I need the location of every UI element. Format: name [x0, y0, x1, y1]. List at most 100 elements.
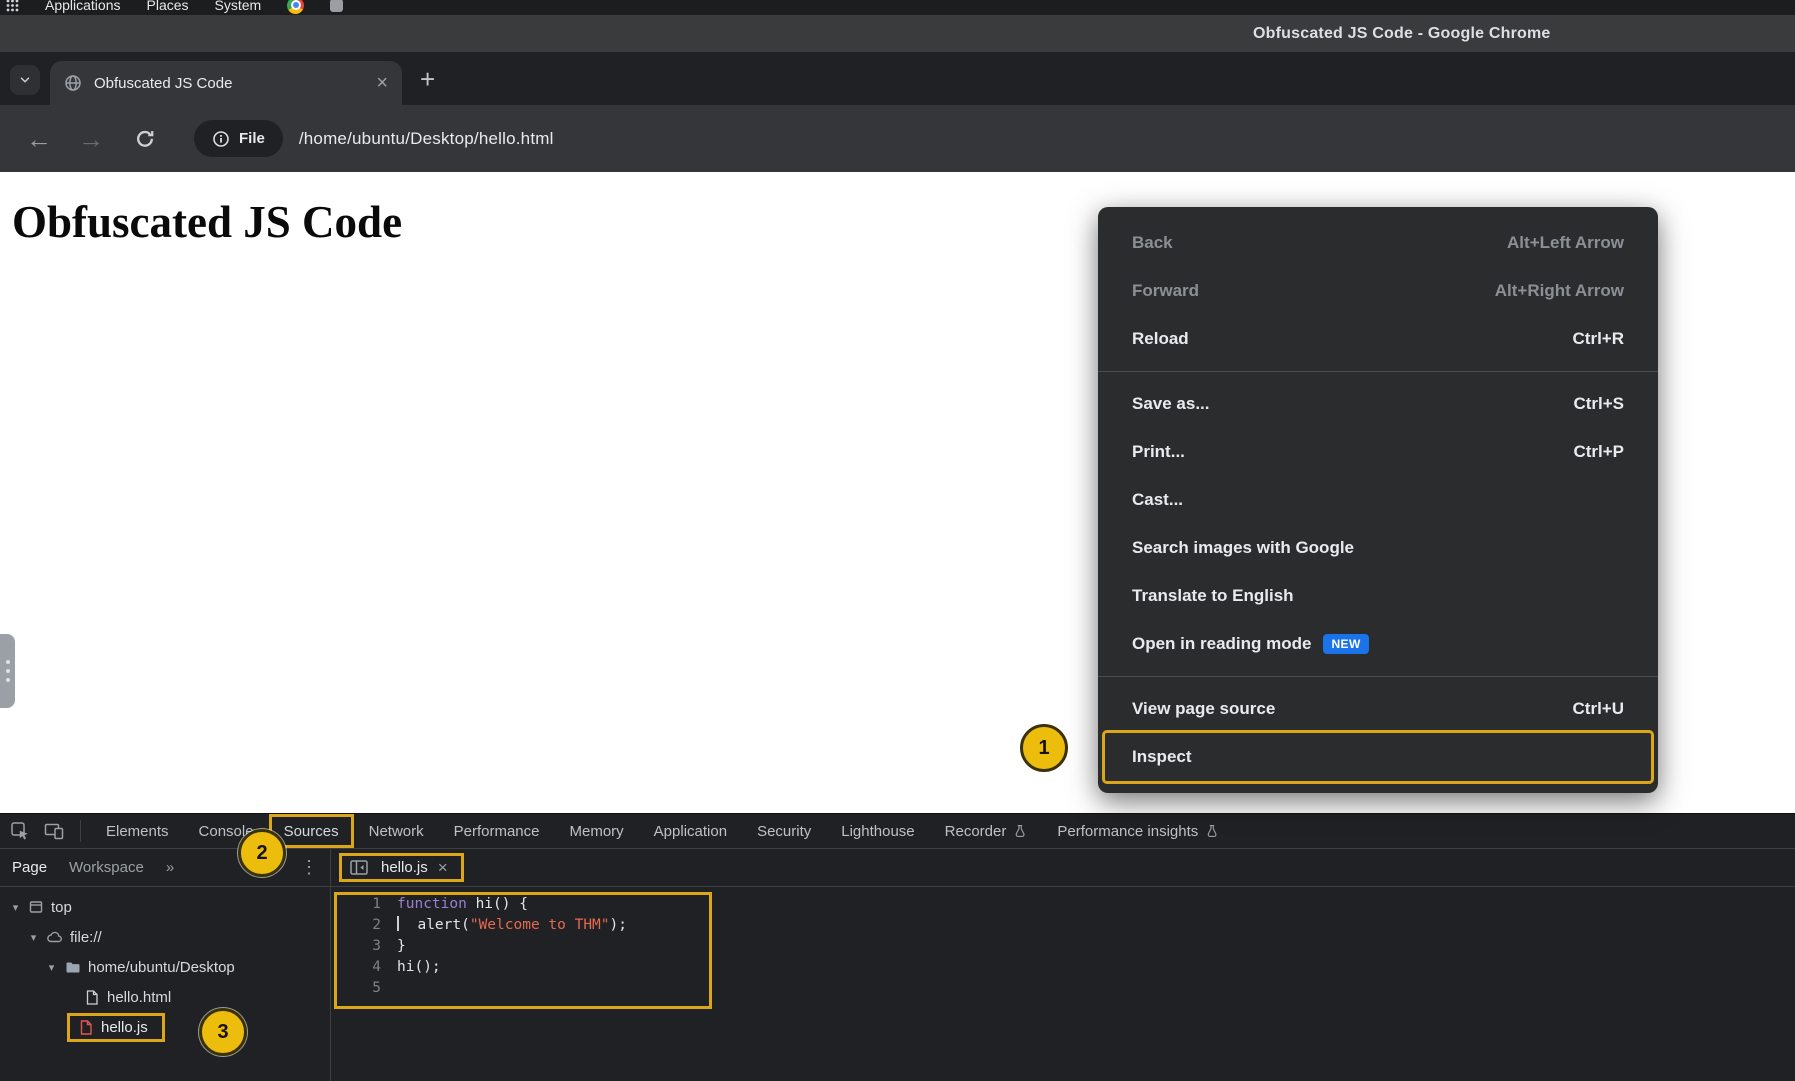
- browser-tab[interactable]: Obfuscated JS Code ×: [50, 61, 402, 105]
- menu-item-back: Back Alt+Left Arrow: [1098, 219, 1658, 267]
- tab-label: Memory: [569, 822, 624, 840]
- tab-network[interactable]: Network: [354, 814, 439, 848]
- tab-label: Application: [653, 822, 728, 840]
- menu-separator: [1098, 676, 1658, 677]
- tab-elements[interactable]: Elements: [91, 814, 184, 848]
- tab-lighthouse[interactable]: Lighthouse: [826, 814, 929, 848]
- window-title: Obfuscated JS Code - Google Chrome: [1253, 24, 1551, 42]
- menu-label: Translate to English: [1132, 586, 1294, 605]
- menu-shortcut: Alt+Right Arrow: [1494, 281, 1624, 300]
- line-number: 3: [372, 938, 381, 954]
- menu-item-cast[interactable]: Cast...: [1098, 476, 1658, 524]
- tab-security[interactable]: Security: [742, 814, 826, 848]
- tree-item-file-scheme[interactable]: ▾ file://: [0, 922, 330, 952]
- code-token: alert(: [400, 917, 470, 933]
- html-file-icon: [84, 989, 100, 1006]
- tab-label: Recorder: [944, 822, 1007, 840]
- forward-button[interactable]: →: [78, 126, 104, 152]
- menu-label: Back: [1132, 233, 1173, 252]
- info-icon: [212, 130, 230, 148]
- text-caret: [397, 916, 399, 931]
- line-number: 5: [372, 980, 381, 996]
- tab-favicon-globe-icon: [64, 74, 82, 92]
- code-line: 1 function hi() {: [331, 894, 1795, 915]
- menu-item-reload[interactable]: Reload Ctrl+R: [1098, 315, 1658, 363]
- new-badge: NEW: [1323, 634, 1369, 654]
- tab-recorder[interactable]: Recorder: [930, 814, 1043, 848]
- tree-item-top[interactable]: ▾ top: [0, 892, 330, 922]
- tab-close-icon[interactable]: ×: [376, 73, 388, 93]
- tab-label: Performance insights: [1057, 822, 1199, 840]
- menu-item-search-images[interactable]: Search images with Google: [1098, 524, 1658, 572]
- inspect-element-icon[interactable]: [10, 821, 30, 841]
- sources-body: ▾ top ▾ file:// ▾ home/ubuntu/Desktop he…: [0, 887, 1795, 1081]
- navigator-tab-page[interactable]: Page: [12, 859, 47, 876]
- menu-applications[interactable]: Applications: [45, 0, 121, 13]
- menu-item-view-source[interactable]: View page source Ctrl+U: [1098, 685, 1658, 733]
- menu-label: Forward: [1132, 281, 1200, 300]
- back-button[interactable]: ←: [26, 126, 52, 152]
- code-token: hi() {: [466, 896, 528, 912]
- tab-performance[interactable]: Performance: [439, 814, 555, 848]
- menu-item-inspect[interactable]: Inspect: [1102, 730, 1654, 784]
- tab-memory[interactable]: Memory: [555, 814, 639, 848]
- chrome-icon[interactable]: [287, 0, 305, 14]
- tray-icon[interactable]: [330, 0, 344, 12]
- tree-item-hello-html[interactable]: hello.html: [0, 982, 330, 1012]
- screen: Applications Places System Obfuscated JS…: [0, 0, 1795, 1081]
- file-navigator-tree: ▾ top ▾ file:// ▾ home/ubuntu/Desktop he…: [0, 887, 331, 1081]
- line-number: 4: [372, 959, 381, 975]
- tab-label: Sources: [283, 822, 339, 840]
- menu-item-reading-mode[interactable]: Open in reading mode NEW: [1098, 620, 1658, 668]
- tab-label: Security: [757, 822, 812, 840]
- tab-strip: Obfuscated JS Code × +: [0, 52, 1795, 105]
- tree-item-hello-js[interactable]: hello.js: [0, 1012, 330, 1042]
- context-menu: Back Alt+Left Arrow Forward Alt+Right Ar…: [1098, 207, 1658, 793]
- apps-grid-icon[interactable]: [6, 0, 19, 12]
- code-line: 5: [331, 978, 1795, 999]
- navigator-overflow-icon[interactable]: »: [166, 859, 174, 876]
- editor-tab-hello-js[interactable]: hello.js ×: [381, 859, 448, 876]
- reload-button[interactable]: [134, 128, 156, 150]
- menu-system[interactable]: System: [215, 0, 262, 13]
- code-token: hi();: [397, 959, 441, 975]
- tree-caret-icon[interactable]: ▾: [46, 961, 57, 974]
- browser-toolbar: ← → File /home/ubuntu/Desktop/hello.html: [0, 105, 1795, 172]
- menu-label: Cast...: [1132, 490, 1184, 509]
- more-options-icon[interactable]: ⋮: [300, 857, 318, 878]
- menu-item-print[interactable]: Print... Ctrl+P: [1098, 428, 1658, 476]
- editor-tab-close-icon[interactable]: ×: [438, 859, 448, 876]
- tab-label: Performance: [453, 822, 540, 840]
- device-toolbar-icon[interactable]: [44, 821, 64, 841]
- menu-item-save-as[interactable]: Save as... Ctrl+S: [1098, 380, 1658, 428]
- code-token: );: [609, 917, 627, 933]
- cloud-icon: [46, 929, 63, 945]
- menu-label: Reload: [1132, 329, 1189, 348]
- code-token: "Welcome to THM": [469, 917, 610, 933]
- editor-tab-label: hello.js: [381, 859, 428, 876]
- tab-application[interactable]: Application: [639, 814, 742, 848]
- side-panel-handle[interactable]: [0, 634, 15, 708]
- tree-caret-icon[interactable]: ▾: [28, 931, 39, 944]
- menu-places[interactable]: Places: [147, 0, 189, 13]
- annotation-highlight-editor-tab: hello.js ×: [339, 853, 464, 882]
- system-menu-bar: Applications Places System: [0, 0, 1795, 15]
- tree-caret-icon[interactable]: ▾: [10, 901, 21, 914]
- experiment-flask-icon: [1013, 824, 1027, 838]
- toggle-navigator-icon[interactable]: [349, 858, 369, 877]
- tree-item-folder[interactable]: ▾ home/ubuntu/Desktop: [0, 952, 330, 982]
- new-tab-button[interactable]: +: [420, 64, 435, 95]
- navigator-tab-workspace[interactable]: Workspace: [69, 859, 144, 876]
- menu-item-translate[interactable]: Translate to English: [1098, 572, 1658, 620]
- address-url[interactable]: /home/ubuntu/Desktop/hello.html: [299, 129, 554, 149]
- tab-performance-insights[interactable]: Performance insights: [1042, 814, 1234, 848]
- tab-search-button[interactable]: [10, 65, 40, 95]
- code-text: alert("Welcome to THM");: [397, 915, 627, 936]
- site-info-chip[interactable]: File: [194, 120, 283, 157]
- menu-label: Open in reading mode: [1132, 634, 1312, 653]
- scheme-chip-label: File: [239, 130, 265, 147]
- code-text: function hi() {: [397, 894, 528, 915]
- menu-label: Search images with Google: [1132, 538, 1355, 557]
- code-editor[interactable]: 1 function hi() { 2 alert("Welcome to TH…: [331, 887, 1795, 1081]
- toolbar-divider: [80, 820, 81, 842]
